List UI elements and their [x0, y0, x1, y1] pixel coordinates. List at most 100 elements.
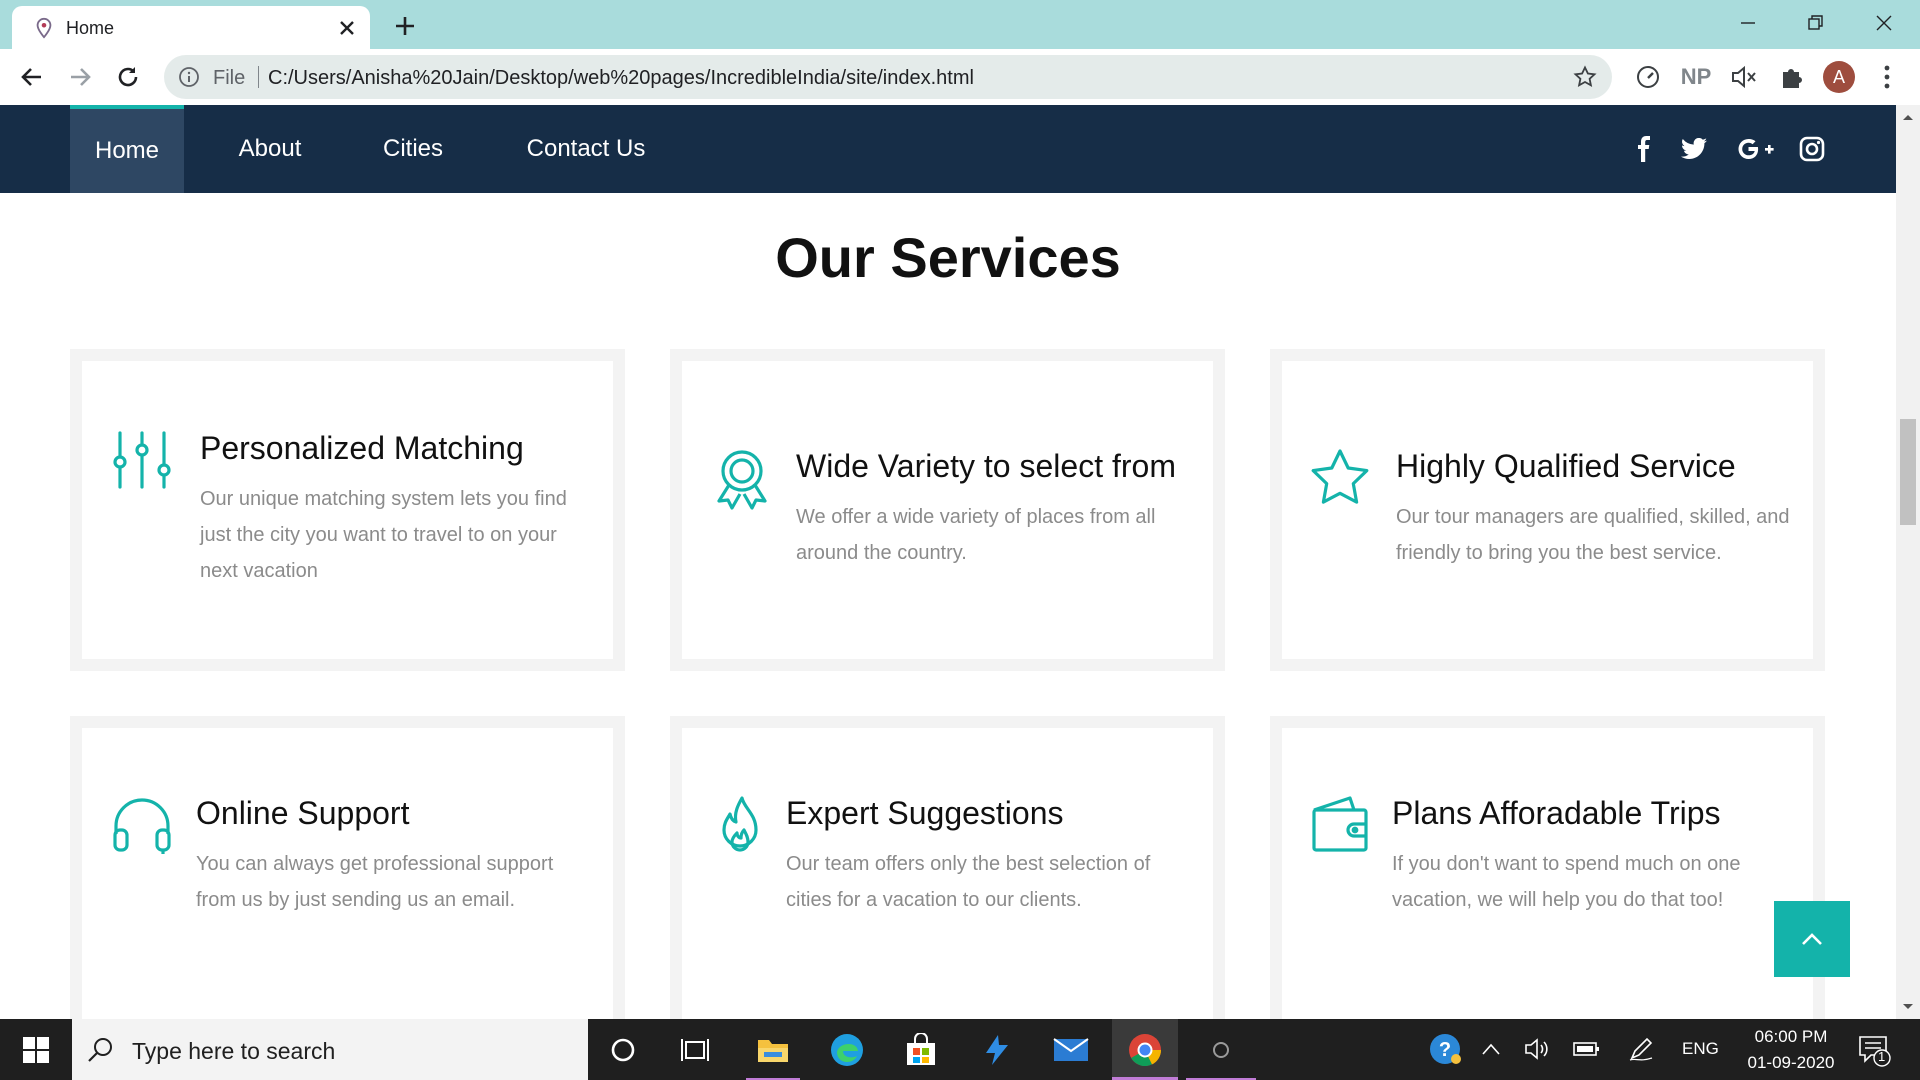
scrollbar-thumb[interactable]: [1900, 419, 1916, 525]
mail-envelope-icon: [1053, 1038, 1089, 1061]
battery-tray-button[interactable]: [1572, 1034, 1602, 1064]
new-tab-icon[interactable]: [390, 11, 420, 41]
omnibox-divider: [258, 66, 259, 88]
service-card-title: Expert Suggestions: [786, 795, 1064, 831]
help-tray-button[interactable]: ?: [1428, 1032, 1462, 1066]
url-text[interactable]: C:/Users/Anisha%20Jain/Desktop/web%20pag…: [268, 67, 974, 90]
google-plus-icon[interactable]: [1736, 133, 1776, 165]
facebook-icon[interactable]: [1628, 133, 1660, 165]
battery-icon: [1573, 1042, 1599, 1056]
page-scrollbar[interactable]: [1896, 105, 1920, 1019]
notification-count: 1: [1878, 1049, 1886, 1064]
taskbar-search-box[interactable]: Type here to search: [72, 1019, 588, 1080]
windows-taskbar: Type here to search ? ENG 06:00 PM 01-09…: [0, 1019, 1920, 1080]
help-question-icon: ?: [1430, 1034, 1461, 1064]
service-card-text: You can always get professional support …: [196, 853, 554, 911]
close-window-button[interactable]: [1854, 6, 1914, 40]
search-icon: [88, 1038, 112, 1062]
sliders-icon: [113, 431, 171, 489]
service-card-text: Our unique matching system lets you find…: [200, 488, 567, 582]
np-extension-button[interactable]: NP: [1680, 61, 1712, 93]
star-icon: [1311, 449, 1369, 504]
reload-button[interactable]: [112, 61, 144, 93]
cortana-button[interactable]: [600, 1027, 646, 1073]
vscode-button[interactable]: [974, 1027, 1020, 1073]
pen-tray-button[interactable]: [1626, 1034, 1656, 1064]
section-title: Our Services: [775, 226, 1121, 289]
puzzle-piece-icon: [1783, 69, 1802, 88]
taskbar-search-placeholder: Type here to search: [132, 1038, 336, 1064]
arrow-left-icon: [21, 68, 41, 86]
browser-menu-button[interactable]: [1871, 61, 1903, 93]
location-pin-icon: [36, 17, 52, 39]
service-card-title: Personalized Matching: [200, 430, 524, 466]
store-button[interactable]: [898, 1027, 944, 1073]
address-bar[interactable]: File C:/Users/Anisha%20Jain/Desktop/web%…: [164, 55, 1612, 99]
scroll-up-arrow-icon[interactable]: [1900, 109, 1916, 125]
start-button[interactable]: [0, 1019, 72, 1080]
more-vertical-icon: [1884, 65, 1890, 89]
close-tab-icon[interactable]: [334, 15, 360, 41]
chevron-up-icon: [1482, 1043, 1500, 1055]
service-card-body: Highly Qualified Service Our tour manage…: [1282, 361, 1813, 659]
task-view-button[interactable]: [672, 1027, 718, 1073]
bookmark-star-icon[interactable]: [1573, 65, 1597, 89]
speedometer-extension-button[interactable]: [1632, 61, 1664, 93]
folder-icon: [758, 1040, 788, 1062]
service-card-title: Highly Qualified Service: [1396, 448, 1736, 484]
nav-about[interactable]: About: [216, 105, 324, 193]
windows-logo-icon: [23, 1036, 49, 1063]
service-card-title: Plans Afforadable Trips: [1392, 795, 1721, 831]
task-view-icon: [681, 1039, 709, 1061]
volume-tray-button[interactable]: [1522, 1034, 1552, 1064]
mute-tab-button[interactable]: [1728, 61, 1760, 93]
pen-icon: [1629, 1037, 1653, 1061]
service-card: Online Support You can always get profes…: [70, 716, 625, 1019]
service-card-text: We offer a wide variety of places from a…: [796, 506, 1156, 564]
service-card: Wide Variety to select from We offer a w…: [670, 349, 1225, 671]
chevron-up-icon: [1802, 933, 1822, 945]
nav-cities[interactable]: Cities: [360, 105, 466, 193]
service-card: Personalized Matching Our unique matchin…: [70, 349, 625, 671]
service-card-title: Online Support: [196, 795, 410, 831]
mail-button[interactable]: [1048, 1027, 1094, 1073]
recording-app-icon: [1213, 1042, 1229, 1058]
headphones-icon: [113, 798, 171, 854]
extensions-button[interactable]: [1776, 61, 1808, 93]
browser-tab-home[interactable]: Home: [12, 6, 370, 49]
twitter-icon[interactable]: [1678, 133, 1710, 165]
site-navbar: Home About Cities Contact Us: [0, 105, 1896, 193]
minimize-icon: [1741, 22, 1755, 24]
forward-button[interactable]: [64, 61, 96, 93]
nav-home[interactable]: Home: [70, 105, 184, 193]
service-card-text: Our tour managers are qualified, skilled…: [1396, 506, 1790, 564]
file-explorer-button[interactable]: [746, 1027, 800, 1080]
scroll-down-arrow-icon[interactable]: [1900, 999, 1916, 1015]
show-hidden-icons-button[interactable]: [1476, 1034, 1506, 1064]
url-scheme-label: File: [213, 67, 246, 89]
instagram-icon[interactable]: [1796, 133, 1828, 165]
minimize-button[interactable]: [1718, 6, 1778, 40]
back-button[interactable]: [16, 61, 48, 93]
edge-button[interactable]: [824, 1027, 870, 1073]
tab-title: Home: [66, 18, 115, 38]
action-center-button[interactable]: 1: [1856, 1033, 1892, 1067]
service-card: Highly Qualified Service Our tour manage…: [1270, 349, 1825, 671]
page-viewport: Home About Cities Contact Us Our Service…: [0, 105, 1896, 1019]
clock-date[interactable]: 01-09-2020: [1736, 1053, 1846, 1073]
edge-browser-icon: [831, 1034, 863, 1066]
nav-contact-us[interactable]: Contact Us: [508, 105, 664, 193]
browser-tab-strip: Home: [0, 0, 1920, 49]
back-to-top-button[interactable]: [1774, 901, 1850, 977]
service-card: Plans Afforadable Trips If you don't wan…: [1270, 716, 1825, 1019]
info-icon[interactable]: [178, 66, 200, 88]
reload-icon: [118, 67, 138, 87]
obs-button[interactable]: [1186, 1027, 1256, 1080]
language-indicator[interactable]: ENG: [1682, 1039, 1719, 1059]
chrome-button[interactable]: [1112, 1019, 1178, 1080]
service-card-text: Our team offers only the best selection …: [786, 853, 1151, 911]
cortana-circle-icon: [611, 1038, 635, 1062]
restore-button[interactable]: [1786, 6, 1846, 40]
clock-time[interactable]: 06:00 PM: [1746, 1027, 1836, 1047]
profile-avatar[interactable]: A: [1823, 61, 1855, 93]
